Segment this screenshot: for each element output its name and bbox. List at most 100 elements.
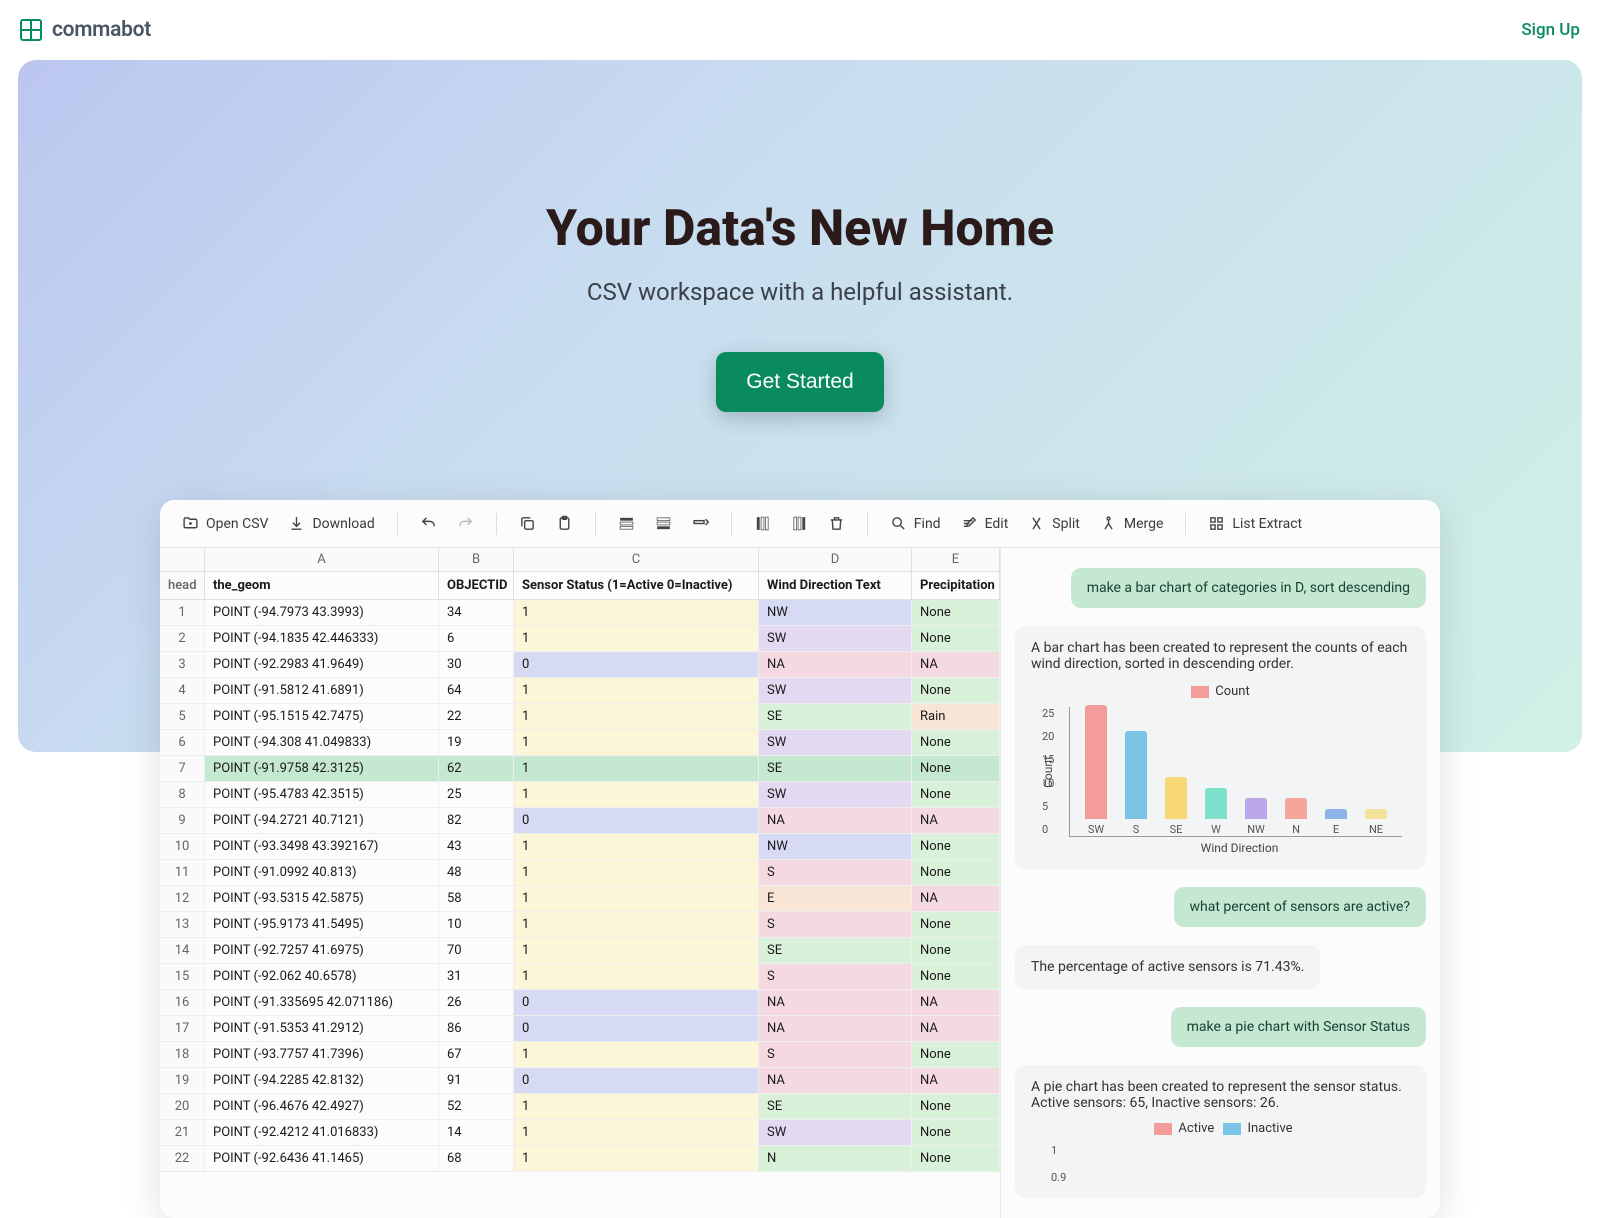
cell-precip[interactable]: None — [912, 912, 1000, 937]
header-direction[interactable]: Wind Direction Text — [759, 572, 912, 599]
cell-geom[interactable]: POINT (-92.6436 41.1465) — [205, 1146, 439, 1171]
cell-status[interactable]: 1 — [514, 834, 759, 859]
cell-geom[interactable]: POINT (-92.4212 41.016833) — [205, 1120, 439, 1145]
cell-dir[interactable]: SE — [759, 938, 912, 963]
cell-precip[interactable]: None — [912, 1094, 1000, 1119]
cell-id[interactable]: 31 — [439, 964, 514, 989]
cell-id[interactable]: 43 — [439, 834, 514, 859]
row-number[interactable]: 15 — [160, 964, 205, 989]
cell-id[interactable]: 70 — [439, 938, 514, 963]
cell-precip[interactable]: NA — [912, 808, 1000, 833]
row-number[interactable]: 9 — [160, 808, 205, 833]
cell-dir[interactable]: SW — [759, 730, 912, 755]
header-status[interactable]: Sensor Status (1=Active 0=Inactive) — [514, 572, 759, 599]
cell-status[interactable]: 1 — [514, 1120, 759, 1145]
cell-geom[interactable]: POINT (-91.5812 41.6891) — [205, 678, 439, 703]
cell-id[interactable]: 34 — [439, 600, 514, 625]
cell-status[interactable]: 1 — [514, 704, 759, 729]
cell-geom[interactable]: POINT (-93.3498 43.392167) — [205, 834, 439, 859]
table-row[interactable]: 10POINT (-93.3498 43.392167)431NWNone — [160, 834, 1000, 860]
table-row[interactable]: 8POINT (-95.4783 42.3515)251SWNone — [160, 782, 1000, 808]
col-a[interactable]: A — [205, 548, 439, 571]
table-row[interactable]: 2POINT (-94.1835 42.446333)61SWNone — [160, 626, 1000, 652]
table-row[interactable]: 14POINT (-92.7257 41.6975)701SENone — [160, 938, 1000, 964]
table-row[interactable]: 22POINT (-92.6436 41.1465)681NNone — [160, 1146, 1000, 1172]
row-number[interactable]: 5 — [160, 704, 205, 729]
download-button[interactable]: Download — [280, 510, 382, 537]
cell-dir[interactable]: S — [759, 912, 912, 937]
cell-dir[interactable]: S — [759, 964, 912, 989]
table-row[interactable]: 17POINT (-91.5353 41.2912)860NANA — [160, 1016, 1000, 1042]
header-objectid[interactable]: OBJECTID — [439, 572, 514, 599]
cell-status[interactable]: 0 — [514, 1016, 759, 1041]
cell-status[interactable]: 1 — [514, 600, 759, 625]
table-row[interactable]: 7POINT (-91.9758 42.3125)621SENone — [160, 756, 1000, 782]
row-number[interactable]: 1 — [160, 600, 205, 625]
row-number[interactable]: 10 — [160, 834, 205, 859]
row-number[interactable]: 14 — [160, 938, 205, 963]
cell-id[interactable]: 26 — [439, 990, 514, 1015]
cell-dir[interactable]: SW — [759, 1120, 912, 1145]
table-row[interactable]: 11POINT (-91.0992 40.813)481SNone — [160, 860, 1000, 886]
cell-geom[interactable]: POINT (-95.4783 42.3515) — [205, 782, 439, 807]
cell-dir[interactable]: N — [759, 1146, 912, 1171]
row-number[interactable]: 19 — [160, 1068, 205, 1093]
cell-id[interactable]: 10 — [439, 912, 514, 937]
table-row[interactable]: 21POINT (-92.4212 41.016833)141SWNone — [160, 1120, 1000, 1146]
cell-dir[interactable]: S — [759, 860, 912, 885]
table-row[interactable]: 20POINT (-96.4676 42.4927)521SENone — [160, 1094, 1000, 1120]
insert-row-below-button[interactable] — [647, 510, 680, 537]
cell-geom[interactable]: POINT (-93.7757 41.7396) — [205, 1042, 439, 1067]
cell-precip[interactable]: None — [912, 938, 1000, 963]
cell-precip[interactable]: NA — [912, 1068, 1000, 1093]
row-number[interactable]: 16 — [160, 990, 205, 1015]
table-row[interactable]: 15POINT (-92.062 40.6578)311SNone — [160, 964, 1000, 990]
edit-button[interactable]: Edit — [953, 510, 1017, 537]
cell-precip[interactable]: None — [912, 600, 1000, 625]
cell-id[interactable]: 67 — [439, 1042, 514, 1067]
cell-id[interactable]: 48 — [439, 860, 514, 885]
row-number[interactable]: 22 — [160, 1146, 205, 1171]
cell-precip[interactable]: NA — [912, 1016, 1000, 1041]
delete-col-button[interactable] — [820, 510, 853, 537]
cell-precip[interactable]: None — [912, 626, 1000, 651]
cell-id[interactable]: 19 — [439, 730, 514, 755]
cell-status[interactable]: 1 — [514, 756, 759, 781]
cell-geom[interactable]: POINT (-91.9758 42.3125) — [205, 756, 439, 781]
cell-status[interactable]: 1 — [514, 782, 759, 807]
row-number[interactable]: 2 — [160, 626, 205, 651]
col-e[interactable]: E — [912, 548, 1000, 571]
cell-id[interactable]: 14 — [439, 1120, 514, 1145]
copy-button[interactable] — [511, 510, 544, 537]
cell-status[interactable]: 0 — [514, 990, 759, 1015]
cell-status[interactable]: 1 — [514, 678, 759, 703]
cell-id[interactable]: 30 — [439, 652, 514, 677]
row-number[interactable]: 6 — [160, 730, 205, 755]
cell-id[interactable]: 64 — [439, 678, 514, 703]
cell-geom[interactable]: POINT (-94.2721 40.7121) — [205, 808, 439, 833]
cell-dir[interactable]: NA — [759, 990, 912, 1015]
cell-dir[interactable]: S — [759, 1042, 912, 1067]
header-precip[interactable]: Precipitation — [912, 572, 1000, 599]
cell-status[interactable]: 1 — [514, 1042, 759, 1067]
find-button[interactable]: Find — [882, 510, 949, 537]
table-row[interactable]: 1POINT (-94.7973 43.3993)341NWNone — [160, 600, 1000, 626]
cell-dir[interactable]: SE — [759, 756, 912, 781]
table-row[interactable]: 16POINT (-91.335695 42.071186)260NANA — [160, 990, 1000, 1016]
cell-status[interactable]: 1 — [514, 1094, 759, 1119]
cell-status[interactable]: 1 — [514, 964, 759, 989]
spreadsheet[interactable]: A B C D E head the_geom OBJECTID Sensor … — [160, 548, 1000, 1218]
merge-button[interactable]: Merge — [1092, 510, 1172, 537]
cell-id[interactable]: 25 — [439, 782, 514, 807]
cell-precip[interactable]: None — [912, 1120, 1000, 1145]
cell-geom[interactable]: POINT (-91.5353 41.2912) — [205, 1016, 439, 1041]
logo[interactable]: commabot — [20, 18, 151, 42]
split-button[interactable]: Split — [1020, 510, 1088, 537]
cell-precip[interactable]: None — [912, 834, 1000, 859]
cell-dir[interactable]: NW — [759, 600, 912, 625]
redo-button[interactable] — [449, 510, 482, 537]
row-number[interactable]: 3 — [160, 652, 205, 677]
cell-id[interactable]: 58 — [439, 886, 514, 911]
cell-geom[interactable]: POINT (-91.335695 42.071186) — [205, 990, 439, 1015]
col-d[interactable]: D — [759, 548, 912, 571]
